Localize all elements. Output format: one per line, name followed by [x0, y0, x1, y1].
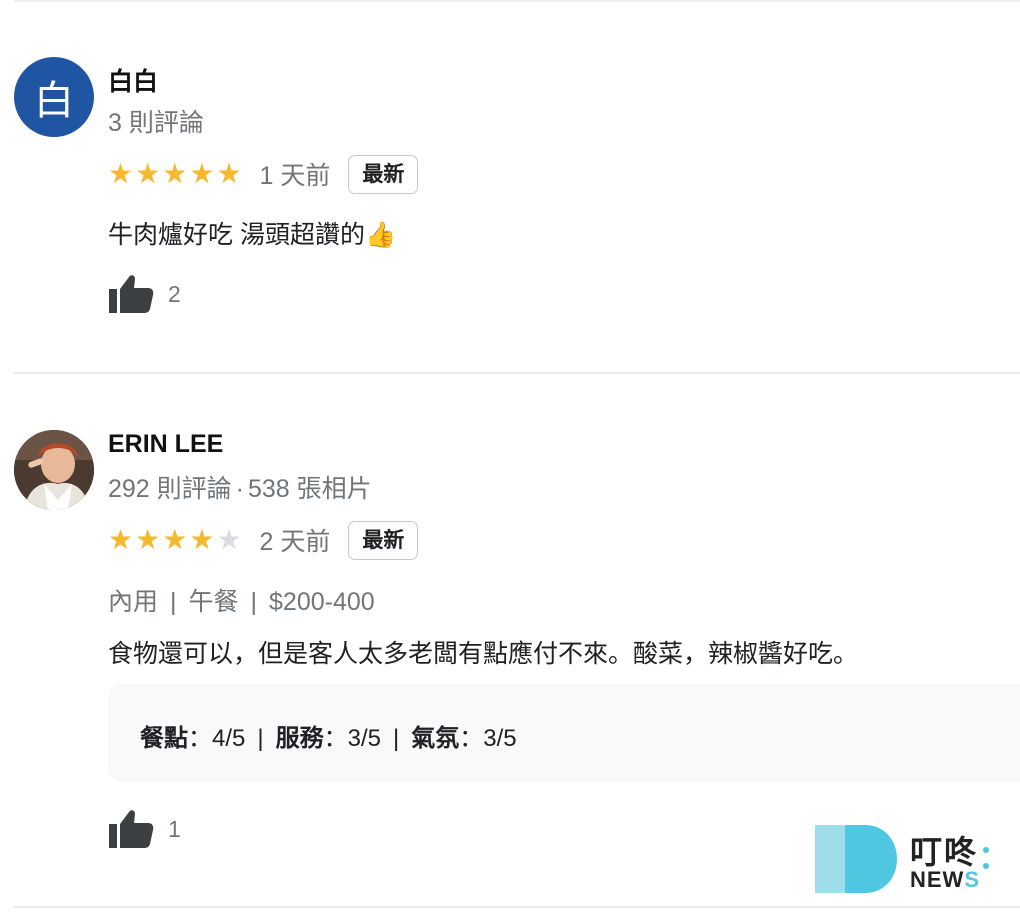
rating-row: ★ ★ ★ ★ ★ 1 天前 最新	[108, 152, 419, 196]
star-rating: ★ ★ ★ ★ ★	[108, 160, 242, 188]
like-count: 1	[168, 815, 181, 842]
reviewer-name[interactable]: ERIN LEE	[108, 430, 223, 459]
sub-ratings-box: 餐點：4/5 | 服務：3/5 | 氣氛：3/5	[108, 684, 1020, 782]
star-icon: ★	[108, 524, 134, 555]
review-text: 食物還可以，但是客人太多老闆有點應付不來。酸菜，辣椒醬好吃。	[108, 640, 859, 668]
profile-photo	[14, 430, 94, 510]
sub-ratings: 餐點：4/5 | 服務：3/5 | 氣氛：3/5	[140, 718, 517, 753]
review-time: 1 天前	[259, 162, 331, 190]
tag-service-type: 內用	[108, 588, 159, 616]
review-time: 2 天前	[259, 528, 331, 556]
photos-count: 538 張相片	[248, 475, 372, 503]
watermark-news-prefix: NEW	[910, 867, 965, 892]
star-empty-icon: ★	[216, 524, 242, 555]
score-label-service: 服務	[275, 725, 324, 752]
review-text: 牛肉爐好吃 湯頭超讚的👍	[108, 221, 397, 249]
dingdong-logo-icon	[815, 825, 897, 893]
review-divider	[14, 906, 1020, 908]
star-icon: ★	[189, 158, 215, 189]
tag-separator: |	[250, 588, 258, 616]
review-divider	[14, 372, 1020, 374]
star-icon: ★	[162, 158, 188, 189]
score-value-service: ：3/5	[323, 725, 381, 752]
thumbs-up-icon	[108, 274, 154, 314]
reviews-count: 292 則評論	[108, 475, 232, 503]
star-rating: ★ ★ ★ ★ ★	[108, 526, 242, 554]
score-value-food: ：4/5	[188, 725, 246, 752]
avatar[interactable]: 白	[14, 57, 94, 137]
newest-badge: 最新	[348, 520, 419, 560]
reviewer-meta: 292 則評論 · 538 張相片	[108, 469, 372, 505]
score-label-food: 餐點	[140, 725, 188, 752]
star-icon: ★	[135, 524, 161, 555]
watermark-dots	[983, 847, 989, 873]
visit-tags: 內用 | 午餐 | $200-400	[108, 582, 375, 618]
star-icon: ★	[216, 158, 242, 189]
watermark-news: NEWS	[910, 867, 980, 893]
reviewer-meta: 3 則評論	[108, 103, 204, 139]
rating-row: ★ ★ ★ ★ ★ 2 天前 最新	[108, 518, 419, 562]
top-divider	[14, 0, 1020, 2]
tag-separator: |	[170, 588, 177, 616]
reviewer-name[interactable]: 白白	[108, 62, 158, 98]
like-count: 2	[168, 280, 181, 307]
meta-separator: ·	[235, 475, 244, 503]
star-icon: ★	[135, 158, 161, 189]
score-separator: |	[392, 725, 400, 752]
star-icon: ★	[162, 524, 188, 555]
thumbs-up-icon	[108, 809, 154, 849]
like-button[interactable]: 1	[108, 807, 181, 851]
avatar[interactable]	[14, 430, 94, 510]
score-separator: |	[257, 725, 264, 752]
newest-badge: 最新	[348, 154, 419, 194]
score-value-atmosphere: ：3/5	[459, 725, 517, 752]
news-watermark: 叮咚 NEWS	[815, 825, 1005, 895]
tag-meal-type: 午餐	[188, 588, 239, 616]
reviews-count: 3 則評論	[108, 109, 204, 137]
tag-price: $200-400	[269, 588, 375, 616]
score-label-atmosphere: 氣氛	[411, 725, 460, 752]
star-icon: ★	[108, 158, 134, 189]
like-button[interactable]: 2	[108, 272, 181, 316]
watermark-news-suffix: S	[964, 867, 981, 892]
star-icon: ★	[189, 524, 215, 555]
